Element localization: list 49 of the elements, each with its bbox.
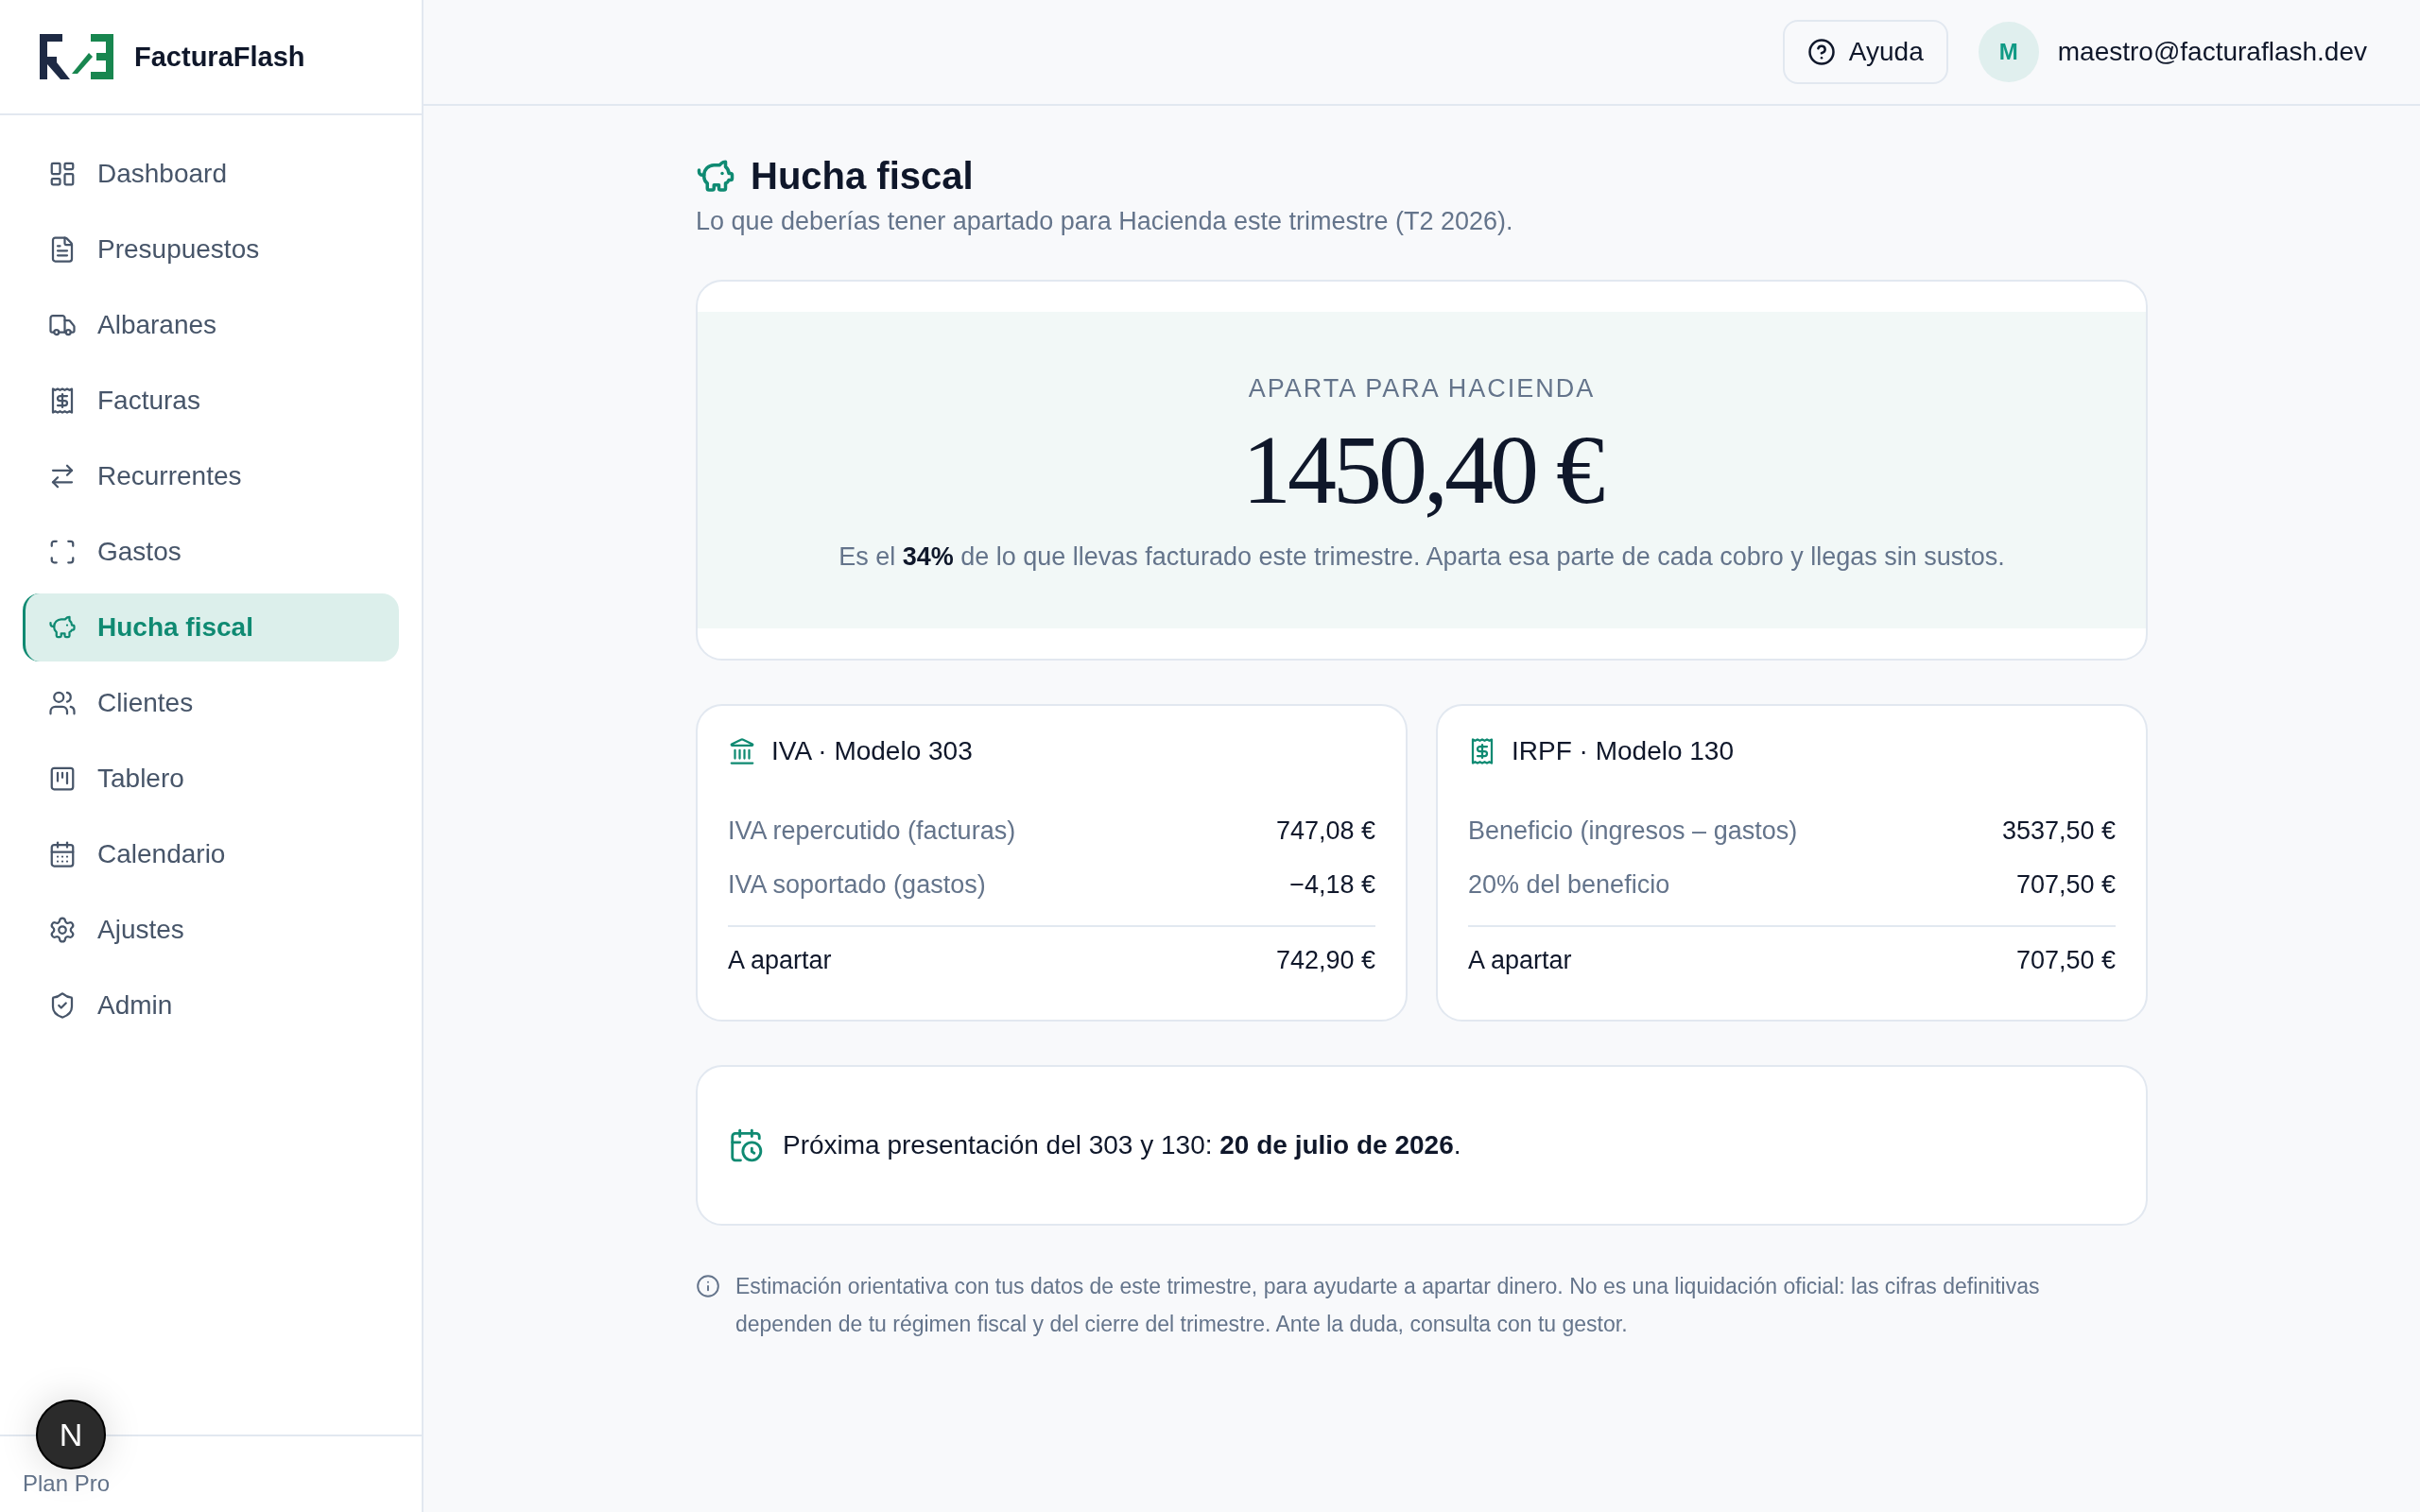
- total-value: 742,90 €: [1275, 946, 1375, 975]
- sidebar-item[interactable]: Dashboard: [23, 140, 399, 208]
- user-email: maestro@facturaflash.dev: [2057, 37, 2367, 67]
- summary-amount: 1450,40 €: [1241, 414, 1603, 525]
- row-label: Beneficio (ingresos – gastos): [1468, 816, 1798, 846]
- scan-icon: [48, 538, 77, 566]
- page-title: Hucha fiscal: [751, 155, 974, 198]
- users-icon: [48, 689, 77, 717]
- sidebar-item[interactable]: Recurrentes: [23, 442, 399, 510]
- row-label: IVA repercutido (facturas): [728, 816, 1016, 846]
- sidebar-item[interactable]: Hucha fiscal: [23, 593, 399, 662]
- sidebar-item[interactable]: Ajustes: [23, 896, 399, 964]
- summary-label: APARTA PARA HACIENDA: [1248, 374, 1596, 404]
- dev-tools-button[interactable]: N: [36, 1400, 106, 1469]
- bank-icon: [728, 737, 756, 765]
- total-label: A apartar: [728, 946, 832, 975]
- summary-note: Es el 34% de lo que llevas facturado este trimestre. Aparta esa parte de cada cobro y llegas sin sustos.: [838, 542, 2005, 572]
- disclaimer-text: Estimación orientativa con tus datos de este trimestre, para ayudarte a apartar dinero. No es una liquidación oficial: las cifras definitivas dependen de tu régimen fiscal y del cierre del trimestre. Ante la duda, consulta con tu gestor.: [735, 1273, 2041, 1338]
- help-button[interactable]: Ayuda: [1782, 20, 1948, 84]
- settings-icon: [48, 916, 77, 944]
- card-title: IVA · Modelo 303: [771, 736, 973, 766]
- sidebar-item[interactable]: Gastos: [23, 518, 399, 586]
- row-value: −4,18 €: [1289, 870, 1375, 900]
- sidebar-item[interactable]: Admin: [23, 971, 399, 1040]
- logo-icon: [40, 34, 113, 79]
- kanban-icon: [48, 765, 77, 793]
- row-label: IVA soportado (gastos): [728, 870, 986, 900]
- info-icon: [696, 1274, 720, 1298]
- row-label: 20% del beneficio: [1468, 870, 1670, 900]
- total-label: A apartar: [1468, 946, 1572, 975]
- deadline-text: Próxima presentación del 303 y 130: 20 de julio de 2026.: [783, 1130, 1461, 1160]
- calendar-icon: [48, 840, 77, 868]
- sidebar-item[interactable]: Calendario: [23, 820, 399, 888]
- page-subtitle: Lo que deberías tener apartado para Hacienda este trimestre (T2 2026).: [696, 207, 1514, 236]
- sidebar-item[interactable]: Facturas: [23, 367, 399, 435]
- dashboard-icon: [48, 160, 77, 188]
- sidebar-item[interactable]: Clientes: [23, 669, 399, 737]
- brand-name: FacturaFlash: [134, 41, 305, 73]
- row-value: 707,50 €: [2015, 870, 2116, 900]
- sidebar-item[interactable]: Tablero: [23, 745, 399, 813]
- sidebar-item[interactable]: Albaranes: [23, 291, 399, 359]
- row-value: 3537,50 €: [2001, 816, 2116, 846]
- plan-label: Plan Pro: [23, 1470, 111, 1497]
- sidebar-item[interactable]: Presupuestos: [23, 215, 399, 284]
- help-icon: [1806, 38, 1836, 66]
- total-value: 707,50 €: [2015, 946, 2116, 975]
- row-value: 747,08 €: [1275, 816, 1375, 846]
- calendar-clock-icon: [728, 1127, 764, 1163]
- card-title: IRPF · Modelo 130: [1512, 736, 1734, 766]
